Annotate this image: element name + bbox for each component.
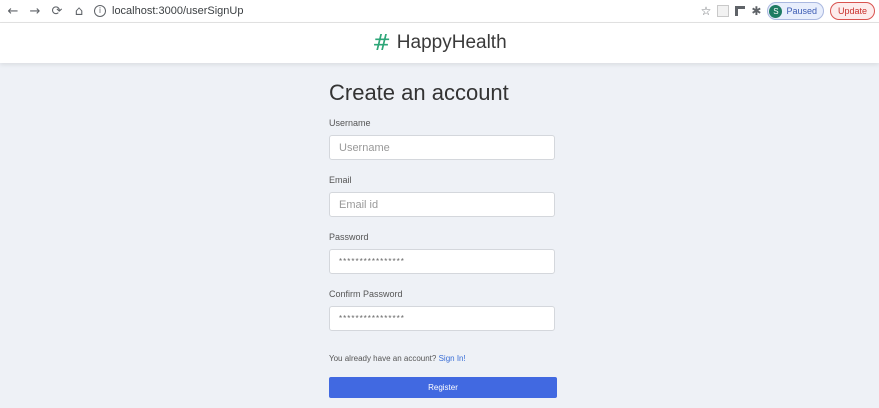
forward-arrow-icon[interactable]: →: [26, 2, 44, 20]
url-text[interactable]: localhost:3000/userSignUp: [112, 5, 243, 17]
email-input[interactable]: [329, 192, 555, 217]
reload-icon[interactable]: ⟳: [48, 2, 66, 20]
star-icon[interactable]: ☆: [701, 4, 712, 18]
extension-flag-icon[interactable]: [735, 6, 746, 16]
back-arrow-icon[interactable]: ←: [4, 2, 22, 20]
profile-button[interactable]: S Paused: [767, 2, 824, 20]
profile-status: Paused: [786, 6, 817, 16]
hashtag-logo-icon: #: [372, 30, 391, 56]
signin-prompt: You already have an account? Sign In!: [329, 354, 557, 363]
brand[interactable]: # HappyHealth: [372, 31, 506, 56]
brand-name: HappyHealth: [396, 32, 507, 53]
signin-link[interactable]: Sign In!: [439, 354, 466, 363]
email-label: Email: [329, 175, 352, 185]
confirm-password-label: Confirm Password: [329, 289, 403, 299]
username-label: Username: [329, 118, 371, 128]
password-label: Password: [329, 232, 369, 242]
register-button[interactable]: Register: [329, 377, 557, 398]
browser-actions: ☆ ✱ S Paused Update: [701, 2, 875, 20]
puzzle-icon[interactable]: ✱: [751, 4, 761, 18]
app-header: # HappyHealth: [0, 23, 879, 63]
home-icon[interactable]: ⌂: [70, 2, 88, 20]
signup-form: Create an account Username Email Passwor…: [329, 80, 557, 398]
info-icon[interactable]: i: [94, 5, 106, 17]
nav-buttons: ← → ⟳ ⌂: [4, 2, 88, 20]
update-button[interactable]: Update: [829, 2, 875, 20]
extension-icon[interactable]: [717, 5, 730, 17]
signin-prompt-text: You already have an account?: [329, 354, 437, 363]
page-title: Create an account: [329, 80, 509, 105]
confirm-password-input[interactable]: [329, 306, 555, 331]
address-bar[interactable]: i localhost:3000/userSignUp: [94, 2, 243, 20]
avatar: S: [769, 4, 783, 18]
password-input[interactable]: [329, 249, 555, 274]
username-input[interactable]: [329, 135, 555, 160]
browser-toolbar: ← → ⟳ ⌂ i localhost:3000/userSignUp ☆ ✱ …: [0, 0, 879, 23]
